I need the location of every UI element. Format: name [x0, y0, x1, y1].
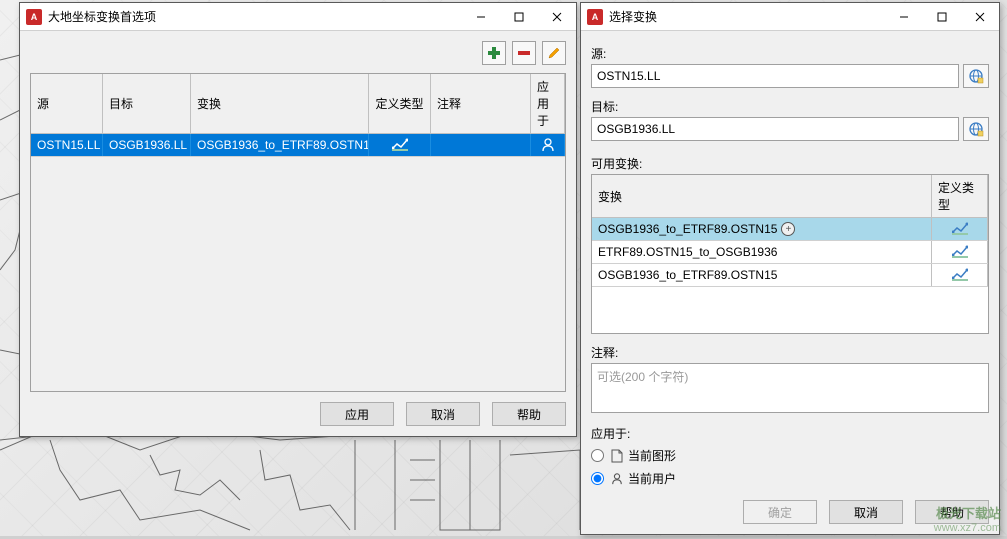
window-title: 选择变换 — [609, 8, 885, 25]
window-title: 大地坐标变换首选项 — [48, 8, 462, 25]
user-icon — [541, 138, 555, 152]
col-target[interactable]: 目标 — [103, 74, 191, 133]
dialog-buttons: 确定 取消 帮助 — [591, 500, 989, 524]
maximize-button[interactable] — [923, 3, 961, 31]
cell-def-type — [932, 218, 988, 240]
available-transforms-table: 变换 定义类型 OSGB1936_to_ETRF89.OSTN15 + ETRF… — [591, 174, 989, 334]
radio-current-user-input[interactable] — [591, 472, 604, 485]
col-transform[interactable]: 变换 — [592, 175, 932, 217]
expand-icon[interactable]: + — [781, 222, 795, 236]
maximize-button[interactable] — [500, 3, 538, 31]
edit-button[interactable] — [542, 41, 566, 65]
col-def-type[interactable]: 定义类型 — [932, 175, 988, 217]
cell-def-type — [932, 264, 988, 286]
col-note[interactable]: 注释 — [431, 74, 531, 133]
radio-current-user[interactable]: 当前用户 — [591, 470, 989, 487]
pencil-icon — [547, 46, 561, 60]
table-row[interactable]: OSGB1936_to_ETRF89.OSTN15 — [592, 264, 988, 287]
available-label: 可用变换: — [591, 155, 989, 172]
cell-note — [431, 134, 531, 156]
cell-target: OSGB1936.LL — [103, 134, 191, 156]
minus-icon — [517, 46, 531, 60]
table-row[interactable]: ETRF89.OSTN15_to_OSGB1936 — [592, 241, 988, 264]
cell-source: OSTN15.LL — [31, 134, 103, 156]
note-textarea[interactable] — [591, 363, 989, 413]
app-icon: A — [587, 9, 603, 25]
apply-button[interactable]: 应用 — [320, 402, 394, 426]
cell-transform: OSGB1936_to_ETRF89.OSTN15 — [592, 264, 932, 286]
close-button[interactable] — [961, 3, 999, 31]
cancel-button[interactable]: 取消 — [406, 402, 480, 426]
add-button[interactable] — [482, 41, 506, 65]
radio-label: 当前用户 — [628, 470, 676, 487]
titlebar: A 大地坐标变换首选项 — [20, 3, 576, 31]
table-row[interactable]: OSTN15.LL OSGB1936.LL OSGB1936_to_ETRF89… — [31, 134, 565, 157]
plus-icon — [487, 46, 501, 60]
apply-to-label: 应用于: — [591, 425, 989, 442]
definition-type-icon — [392, 138, 408, 152]
remove-button[interactable] — [512, 41, 536, 65]
radio-current-drawing-input[interactable] — [591, 449, 604, 462]
globe-icon — [968, 121, 984, 137]
definition-type-icon — [952, 268, 968, 282]
document-icon — [610, 449, 624, 463]
radio-label: 当前图形 — [628, 447, 676, 464]
table-row[interactable]: OSGB1936_to_ETRF89.OSTN15 + — [592, 218, 988, 241]
table-header: 源 目标 变换 定义类型 注释 应用于 — [31, 74, 565, 134]
ok-button[interactable]: 确定 — [743, 500, 817, 524]
dialog-buttons: 应用 取消 帮助 — [30, 402, 566, 426]
cell-transform: OSGB1936_to_ETRF89.OSTN15 + — [592, 218, 932, 240]
col-apply-to[interactable]: 应用于 — [531, 74, 565, 133]
toolbar — [30, 41, 566, 65]
app-icon: A — [26, 9, 42, 25]
help-button[interactable]: 帮助 — [915, 500, 989, 524]
dialog-geodetic-transform-prefs: A 大地坐标变换首选项 源 目标 变换 定义类型 注释 — [19, 2, 577, 437]
col-transform[interactable]: 变换 — [191, 74, 369, 133]
minimize-button[interactable] — [885, 3, 923, 31]
dialog-select-transform: A 选择变换 源: 目标: 可用变换: 变换 定义类型 — [580, 2, 1000, 535]
col-def-type[interactable]: 定义类型 — [369, 74, 431, 133]
cell-transform: OSGB1936_to_ETRF89.OSTN15 — [191, 134, 369, 156]
globe-icon — [968, 68, 984, 84]
titlebar: A 选择变换 — [581, 3, 999, 31]
source-label: 源: — [591, 45, 989, 62]
definition-type-icon — [952, 222, 968, 236]
note-label: 注释: — [591, 344, 989, 361]
close-button[interactable] — [538, 3, 576, 31]
transforms-table: 源 目标 变换 定义类型 注释 应用于 OSTN15.LL OSGB1936.L… — [30, 73, 566, 392]
cell-def-type — [369, 134, 431, 156]
target-label: 目标: — [591, 98, 989, 115]
target-browse-button[interactable] — [963, 117, 989, 141]
cancel-button[interactable]: 取消 — [829, 500, 903, 524]
cell-def-type — [932, 241, 988, 263]
source-input[interactable] — [591, 64, 959, 88]
definition-type-icon — [952, 245, 968, 259]
user-icon — [610, 472, 624, 486]
source-browse-button[interactable] — [963, 64, 989, 88]
table-header: 变换 定义类型 — [592, 175, 988, 218]
radio-current-drawing[interactable]: 当前图形 — [591, 447, 989, 464]
target-input[interactable] — [591, 117, 959, 141]
cell-apply-to — [531, 134, 565, 156]
minimize-button[interactable] — [462, 3, 500, 31]
help-button[interactable]: 帮助 — [492, 402, 566, 426]
col-source[interactable]: 源 — [31, 74, 103, 133]
cell-transform: ETRF89.OSTN15_to_OSGB1936 — [592, 241, 932, 263]
